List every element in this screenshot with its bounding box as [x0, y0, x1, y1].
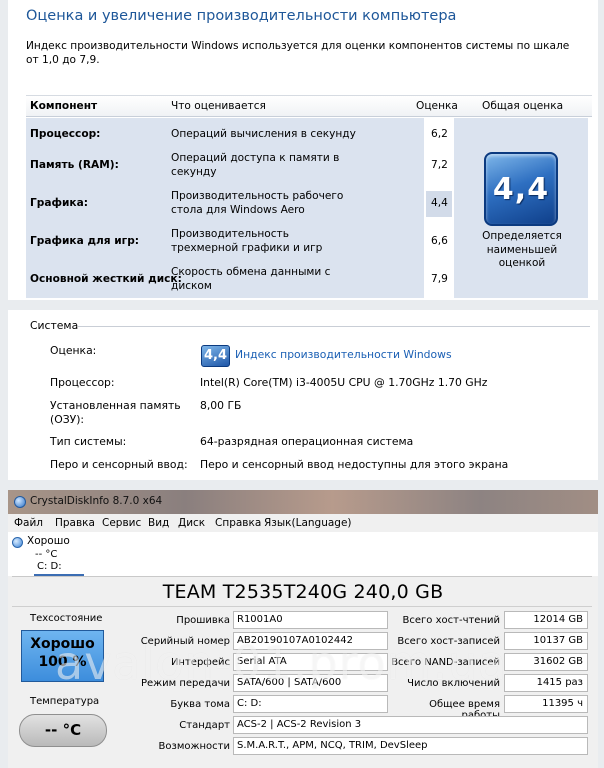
health-status-text: Хорошо: [30, 636, 95, 652]
drive-status: Хорошо: [27, 535, 70, 547]
drive-temperature: -- °C: [35, 549, 58, 560]
memory-label: Установленная память (ОЗУ):: [50, 399, 181, 426]
pen-touch-value: Перо и сенсорный ввод недоступны для это…: [200, 458, 509, 471]
features-label: Возможности: [158, 741, 230, 752]
menu-language[interactable]: Язык(Language): [264, 517, 352, 529]
status-dot-icon: [12, 537, 23, 548]
host-writes-value: 10137 GB: [504, 632, 588, 650]
window-titlebar[interactable]: CrystalDiskInfo 8.7.0 x64: [8, 490, 598, 514]
menu-service[interactable]: Сервис: [102, 517, 141, 529]
component-score: 4,4: [431, 197, 448, 209]
rating-label: Оценка:: [50, 344, 97, 357]
host-reads-value: 12014 GB: [504, 611, 588, 629]
component-description: Скорость обмена данными с диском: [171, 266, 331, 292]
overall-score-caption: Определяется наименьшей оценкой: [482, 230, 562, 269]
serial-value: AB20190107A0102442: [233, 632, 388, 650]
overall-score-badge: 4,4: [484, 152, 558, 226]
header-score: Оценка: [416, 100, 458, 112]
features-value: S.M.A.R.T., APM, NCQ, TRIM, DevSleep: [233, 737, 588, 755]
transfer-mode-value: SATA/600 | SATA/600: [233, 674, 388, 692]
transfer-mode-label: Режим передачи: [140, 678, 230, 689]
component-name: Основной жесткий диск:: [30, 273, 182, 285]
health-status-button[interactable]: Хорошо 100 %: [21, 630, 104, 682]
host-writes-label: Всего хост-записей: [397, 636, 500, 647]
volume-letter-value: C: D:: [233, 695, 388, 713]
system-type-label: Тип системы:: [50, 435, 127, 448]
system-type-value: 64-разрядная операционная система: [200, 435, 414, 448]
crystaldiskinfo-window: CrystalDiskInfo 8.7.0 x64 Файл Правка Се…: [8, 490, 598, 768]
health-percent: 100 %: [38, 654, 87, 670]
component-score: 7,9: [431, 273, 448, 285]
menu-disk[interactable]: Диск: [178, 517, 205, 529]
group-divider: [78, 326, 590, 327]
power-on-count-label: Число включений: [407, 678, 500, 689]
component-description: Производительность трехмерной графики и …: [171, 228, 323, 254]
temperature-value: -- °C: [19, 714, 107, 747]
pen-touch-label: Перо и сенсорный ввод:: [50, 458, 188, 471]
interface-label: Интерфейс: [170, 657, 230, 668]
menu-file[interactable]: Файл: [14, 517, 43, 529]
component-name: Графика:: [30, 197, 88, 209]
component-score: 7,2: [431, 159, 448, 171]
component-description: Операций вычисления в секунду: [171, 128, 356, 140]
divider: [12, 606, 592, 607]
power-on-hours-value: 11395 ч: [504, 695, 588, 713]
host-reads-label: Всего хост-чтений: [402, 615, 500, 626]
overall-score-value: 4,4: [492, 172, 550, 207]
divider: [12, 576, 592, 577]
interface-value: Serial ATA: [233, 653, 388, 671]
menu-bar: Файл Правка Сервис Вид Диск Справка Язык…: [8, 514, 598, 532]
temperature-label: Температура: [30, 696, 100, 707]
health-label: Техсостояние: [30, 613, 103, 624]
component-description: Производительность рабочего стола для Wi…: [171, 190, 344, 216]
component-name: Графика для игр:: [30, 235, 140, 247]
menu-view[interactable]: Вид: [148, 517, 169, 529]
component-score: 6,2: [431, 128, 448, 140]
memory-value: 8,00 ГБ: [200, 399, 242, 412]
wei-title: Оценка и увеличение производительности к…: [26, 8, 457, 24]
header-component: Компонент: [30, 100, 98, 112]
serial-label: Серийный номер: [140, 636, 230, 647]
menu-edit[interactable]: Правка: [55, 517, 95, 529]
firmware-label: Прошивка: [176, 615, 230, 626]
system-panel: Система Оценка: 4,4 Индекс производитель…: [8, 310, 598, 480]
component-name: Процессор:: [30, 128, 101, 140]
wei-intro: Индекс производительности Windows исполь…: [26, 40, 570, 66]
component-score: 6,6: [431, 235, 448, 247]
wei-link[interactable]: Индекс производительности Windows: [235, 348, 452, 361]
standard-label: Стандарт: [179, 720, 230, 731]
nand-writes-label: Всего NAND-записей: [391, 657, 500, 668]
component-name: Память (RAM):: [30, 159, 119, 171]
wei-mini-badge: 4,4: [201, 345, 230, 367]
wei-panel: Оценка и увеличение производительности к…: [8, 0, 598, 300]
firmware-value: R1001A0: [233, 611, 388, 629]
standard-value: ACS-2 | ACS-2 Revision 3: [233, 716, 588, 734]
menu-help[interactable]: Справка: [215, 517, 261, 529]
volume-letter-label: Буква тома: [170, 699, 230, 710]
component-description: Операций доступа к памяти в секунду: [171, 152, 340, 178]
processor-label: Процессор:: [50, 376, 115, 389]
power-on-count-value: 1415 раз: [504, 674, 588, 692]
header-what: Что оценивается: [171, 100, 266, 112]
drive-selector[interactable]: Хорошо -- °C C: D:: [8, 532, 598, 576]
disk-model-title: TEAM T2535T240G 240,0 GB: [162, 581, 444, 603]
window-title: CrystalDiskInfo 8.7.0 x64: [30, 495, 163, 507]
nand-writes-value: 31602 GB: [504, 653, 588, 671]
processor-value: Intel(R) Core(TM) i3-4005U CPU @ 1.70GHz…: [200, 376, 488, 389]
system-group-title: Система: [30, 319, 79, 332]
drive-letters: C: D:: [37, 561, 62, 572]
app-disk-icon: [14, 496, 26, 508]
header-overall: Общая оценка: [482, 100, 564, 112]
